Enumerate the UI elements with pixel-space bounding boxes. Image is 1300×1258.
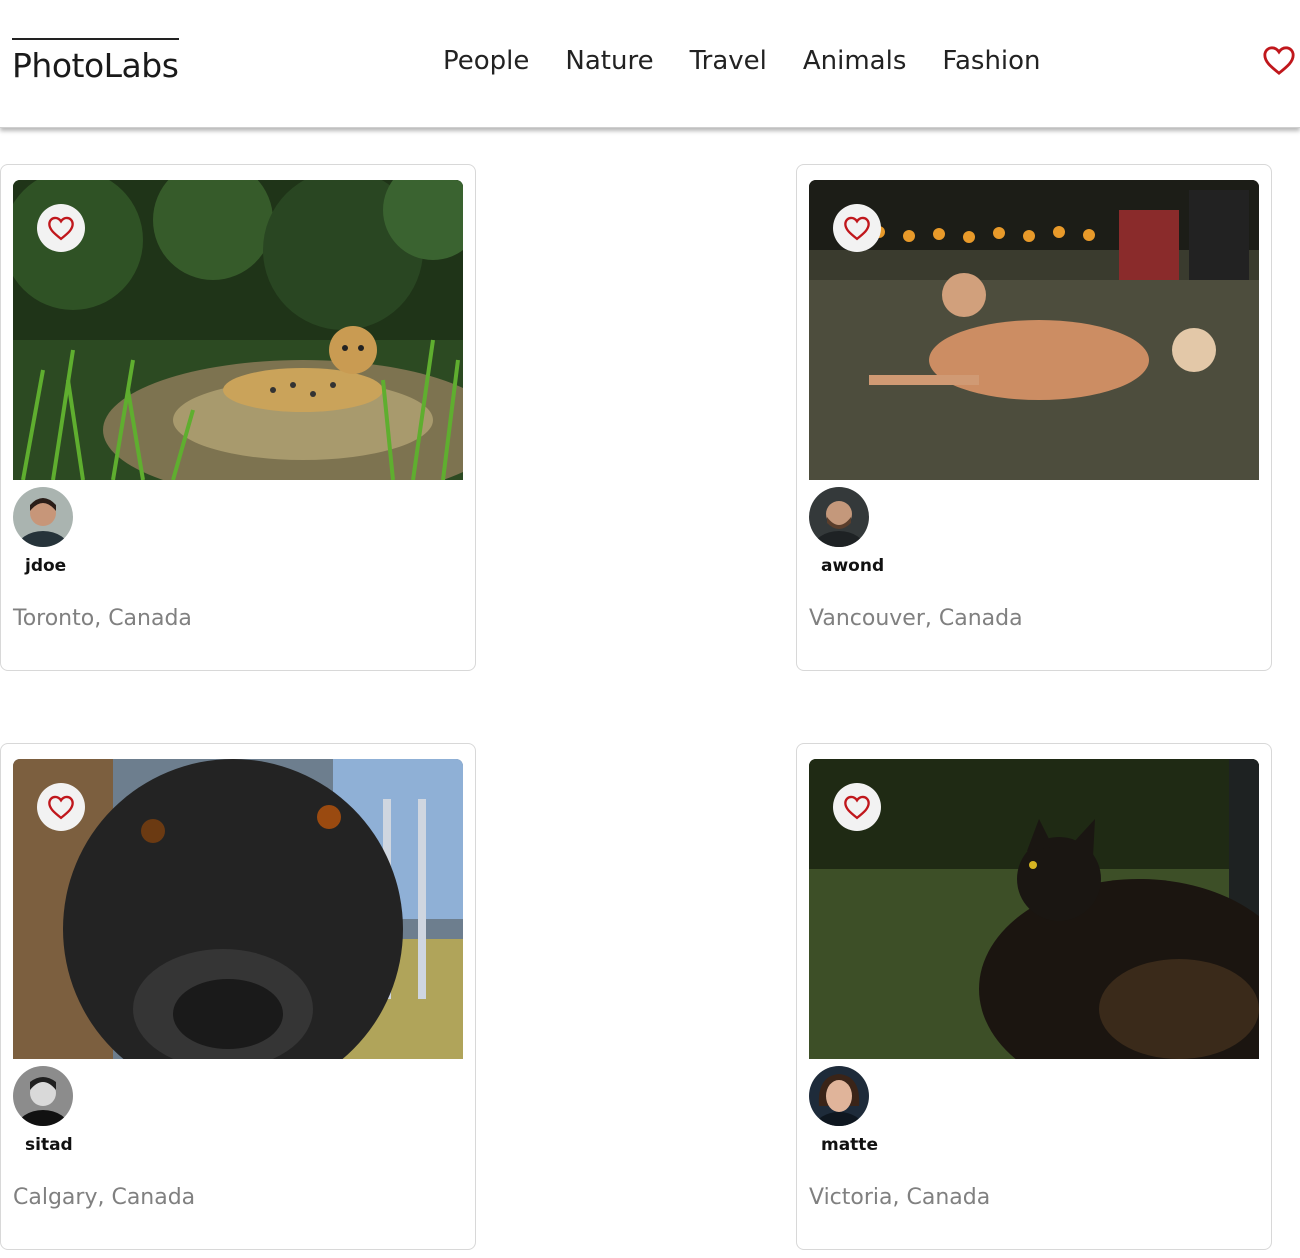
app-logo[interactable]: PhotoLabs [12, 38, 179, 85]
topic-travel[interactable]: Travel [690, 46, 767, 76]
photo-image[interactable] [809, 759, 1259, 1059]
photo-fav-button[interactable] [833, 204, 881, 252]
photo-image[interactable] [13, 180, 463, 480]
heart-outline-icon [844, 795, 870, 820]
photo-image[interactable] [13, 759, 463, 1059]
username: sitad [25, 1135, 73, 1155]
avatar[interactable] [809, 487, 869, 547]
location: Calgary, Canada [13, 1185, 196, 1210]
avatar[interactable] [13, 487, 73, 547]
topic-nature[interactable]: Nature [565, 46, 653, 76]
photo-fav-button[interactable] [37, 204, 85, 252]
topic-fashion[interactable]: Fashion [942, 46, 1040, 76]
heart-outline-icon [1263, 46, 1295, 75]
heart-outline-icon [48, 216, 74, 241]
photo-fav-button[interactable] [833, 783, 881, 831]
username: awond [821, 556, 885, 576]
username: matte [821, 1135, 878, 1155]
photo-card[interactable]: sitad Calgary, Canada [0, 743, 476, 1250]
topic-list: People Nature Travel Animals Fashion [443, 46, 1041, 76]
location: Vancouver, Canada [809, 606, 1023, 631]
topic-animals[interactable]: Animals [803, 46, 907, 76]
heart-outline-icon [844, 216, 870, 241]
photo-image[interactable] [809, 180, 1259, 480]
avatar[interactable] [13, 1066, 73, 1126]
location: Victoria, Canada [809, 1185, 991, 1210]
photo-fav-button[interactable] [37, 783, 85, 831]
photo-card[interactable]: awond Vancouver, Canada [796, 164, 1272, 671]
top-nav-bar: PhotoLabs People Nature Travel Animals F… [0, 0, 1300, 128]
favourites-nav-button[interactable] [1262, 44, 1296, 76]
photo-card[interactable]: jdoe Toronto, Canada [0, 164, 476, 671]
avatar[interactable] [809, 1066, 869, 1126]
photo-card[interactable]: matte Victoria, Canada [796, 743, 1272, 1250]
heart-outline-icon [48, 795, 74, 820]
username: jdoe [25, 556, 67, 576]
location: Toronto, Canada [13, 606, 192, 631]
topic-people[interactable]: People [443, 46, 529, 76]
